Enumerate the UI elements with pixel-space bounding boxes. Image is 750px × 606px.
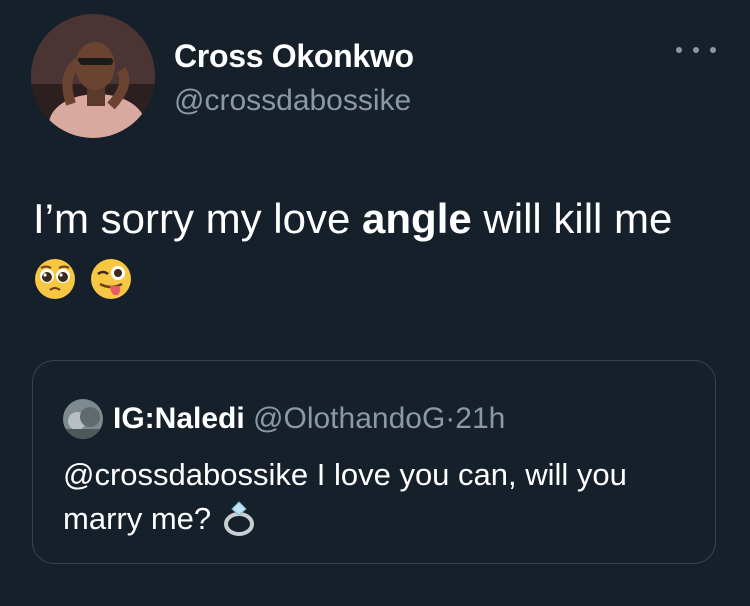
dot [693, 47, 699, 53]
quoted-header: IG:Naledi @OlothandoG·21h [113, 399, 505, 439]
quoted-separator: · [445, 402, 456, 435]
more-options-icon[interactable] [676, 38, 716, 62]
tweet-text-before: I’m sorry my love [33, 195, 363, 242]
quoted-name[interactable]: IG:Naledi [113, 402, 245, 435]
avatar[interactable] [31, 14, 155, 138]
tweet-card: Cross Okonkwo @crossdabossike I’m sorry … [0, 0, 750, 606]
author-name[interactable]: Cross Okonkwo [174, 38, 414, 75]
tweet-text: I’m sorry my love angle will kill me [33, 188, 713, 312]
ring-icon [223, 501, 254, 536]
quoted-text-body: @crossdabossike I love you can, will you… [63, 457, 627, 536]
dot [676, 47, 682, 53]
quoted-time[interactable]: 21h [455, 402, 505, 435]
author-handle[interactable]: @crossdabossike [174, 84, 411, 118]
quoted-text: @crossdabossike I love you can, will you… [63, 453, 693, 541]
quoted-tweet[interactable]: IG:Naledi @OlothandoG·21h @crossdabossik… [32, 360, 716, 564]
quoted-handle[interactable]: @OlothandoG [253, 402, 445, 435]
quoted-avatar[interactable] [63, 399, 103, 439]
tweet-text-after: will kill me [471, 195, 673, 242]
dot [710, 47, 716, 53]
winking-face-with-tongue-icon [90, 259, 131, 299]
tweet-text-bold: angle [362, 195, 472, 242]
pleading-face-icon [35, 259, 75, 299]
